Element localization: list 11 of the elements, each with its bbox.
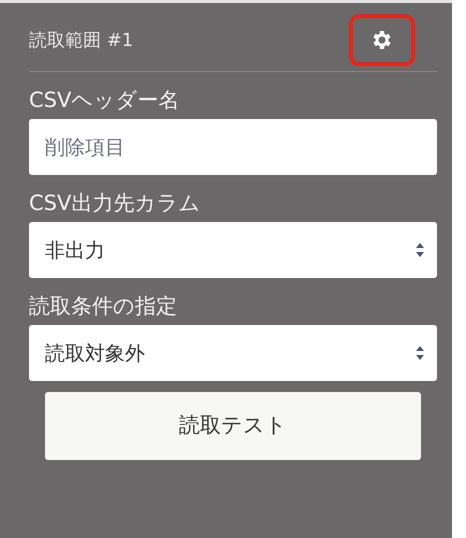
field-label: CSVヘッダー名 xyxy=(29,90,180,111)
settings-button[interactable] xyxy=(349,14,415,66)
panel-title: 読取範囲 #1 xyxy=(29,28,134,52)
select-field[interactable]: 読取対象外 xyxy=(29,325,437,381)
read-test-button[interactable]: 読取テスト xyxy=(45,392,421,460)
field-label: CSV出力先カラム xyxy=(29,193,202,214)
input-field[interactable]: 削除項目 xyxy=(29,119,437,175)
select-field[interactable]: 非出力 xyxy=(29,222,437,278)
sort-arrows-icon xyxy=(415,345,425,361)
sort-arrows-icon xyxy=(415,242,425,258)
field-label: 読取条件の指定 xyxy=(29,296,178,317)
